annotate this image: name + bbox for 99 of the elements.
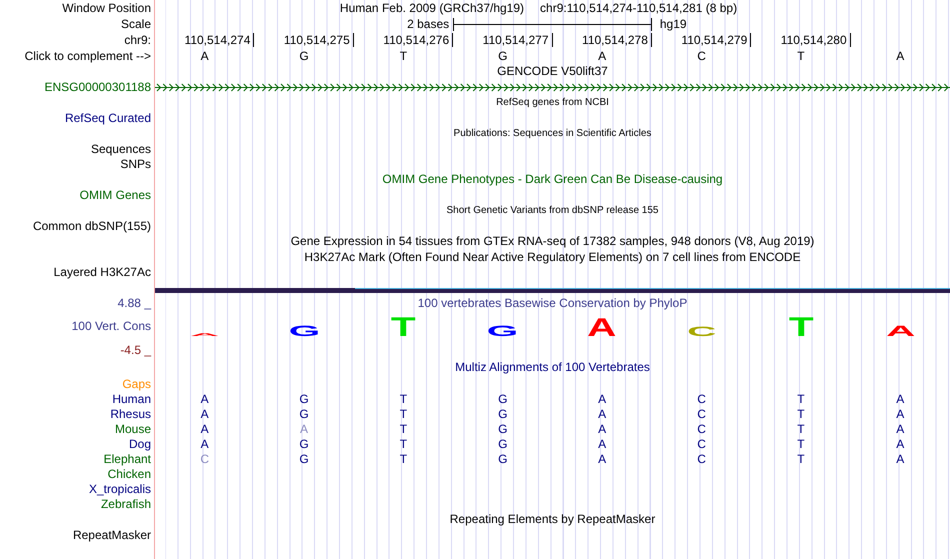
aligned-base: A — [598, 452, 606, 466]
species-label[interactable]: X_tropicalis — [88, 482, 151, 496]
logo-letter: T — [788, 312, 814, 342]
species-label[interactable]: Human — [112, 392, 151, 406]
aligned-base: T — [797, 406, 805, 421]
aligned-base: T — [400, 392, 408, 406]
aligned-base: T — [797, 436, 805, 451]
logo-letter: C — [686, 324, 716, 339]
aligned-base: G — [299, 406, 309, 421]
coordinate-label: 110,514,276 — [383, 33, 454, 48]
aligned-base: A — [200, 422, 209, 436]
aligned-base: A — [896, 422, 904, 436]
aligned-base: G — [498, 436, 508, 451]
coordinate-label: 110,514,275 — [284, 33, 354, 48]
track-title: Repeating Elements by RepeatMasker — [450, 513, 656, 527]
axis-max-label: 4.88 _ — [118, 297, 151, 311]
track-label[interactable]: SNPs — [120, 158, 151, 172]
aligned-base: A — [896, 392, 904, 406]
aligned-base: C — [200, 452, 210, 466]
aligned-base: A — [200, 392, 209, 406]
axis-min-label: -4.5 _ — [120, 344, 151, 358]
track-title: Publications: Sequences in Scientific Articles — [454, 128, 652, 140]
aligned-base: A — [300, 422, 308, 436]
aligned-base: A — [896, 406, 904, 421]
aligned-base: C — [697, 422, 706, 436]
track-label[interactable]: Sequences — [90, 142, 151, 156]
aligned-base: A — [598, 422, 606, 436]
species-label[interactable]: Dog — [128, 438, 151, 452]
aligned-base: C — [697, 452, 706, 466]
aligned-base: C — [697, 392, 706, 406]
logo-letter: A — [588, 313, 617, 342]
track-title: OMIM Gene Phenotypes - Dark Green Can Be Disease-causing — [382, 173, 723, 187]
base-letter: G — [498, 48, 508, 63]
complement-link[interactable]: Click to complement --> — [24, 50, 151, 64]
aligned-base: G — [299, 436, 309, 451]
base-letter: A — [598, 48, 606, 63]
aligned-base: T — [400, 452, 408, 466]
scale-label: Scale — [120, 18, 151, 32]
aligned-base: T — [400, 422, 408, 436]
track-label[interactable]: 100 Vert. Cons — [72, 320, 151, 334]
aligned-base: T — [797, 452, 805, 466]
scale-span-label: 2 bases — [406, 18, 450, 32]
aligned-base: T — [400, 406, 408, 421]
track-label[interactable]: OMIM Genes — [80, 188, 151, 202]
aligned-base: C — [697, 436, 706, 451]
species-label[interactable]: Elephant — [104, 452, 151, 466]
track-title: GENCODE V50lift37 — [497, 65, 608, 79]
species-label[interactable]: Zebrafish — [100, 498, 151, 512]
base-letter: C — [697, 48, 706, 63]
track-label[interactable]: ENSG00000301188 — [44, 80, 151, 94]
coordinate-label: 110,514,280 — [780, 33, 851, 48]
aligned-base: G — [498, 392, 508, 406]
track-title: 100 vertebrates Basewise Conservation by PhyloP — [418, 297, 688, 311]
track-title: Short Genetic Variants from dbSNP release 155 — [446, 205, 658, 217]
track-label[interactable]: Common dbSNP(155) — [32, 220, 151, 234]
coordinate-label: 110,514,278 — [582, 33, 652, 48]
base-letter: T — [797, 48, 805, 63]
aligned-base: T — [797, 392, 805, 406]
coordinate-label: 110,514,277 — [482, 33, 552, 48]
track-title: Multiz Alignments of 100 Vertebrates — [455, 361, 650, 375]
logo-letter: G — [487, 322, 519, 340]
track-title: Gene Expression in 54 tissues from GTEx RNA-seq of 17382 samples, 948 donors (V8, Aug 2019) — [290, 235, 814, 249]
window-position-label: Window Position — [62, 2, 151, 16]
track-label[interactable]: RepeatMasker — [72, 528, 151, 542]
assembly-label: hg19 — [658, 18, 687, 32]
assembly-title: Human Feb. 2009 (GRCh37/hg19) — [340, 2, 524, 16]
base-letter: A — [200, 48, 209, 63]
aligned-base: T — [400, 436, 408, 451]
chromosome-label: chr9: — [124, 34, 151, 48]
aligned-base: A — [896, 436, 904, 451]
aligned-base: A — [598, 406, 606, 421]
coordinate-label: 110,514,274 — [184, 33, 254, 48]
aligned-base: G — [498, 452, 508, 466]
aligned-base: A — [200, 436, 209, 451]
track-title: RefSeq genes from NCBI — [496, 97, 609, 109]
base-letter: A — [896, 48, 904, 63]
species-label[interactable]: Rhesus — [110, 408, 151, 422]
aligned-base: A — [598, 436, 606, 451]
coordinate-label: 110,514,279 — [681, 33, 752, 48]
aligned-base: G — [498, 406, 508, 421]
aligned-base: G — [299, 392, 309, 406]
logo-letter: T — [391, 312, 416, 342]
logo-letter: A — [886, 322, 915, 340]
track-title: H3K27Ac Mark (Often Found Near Active Regulatory Elements) on 7 cell lines from ENCODE — [304, 250, 801, 264]
base-letter: G — [299, 48, 309, 63]
logo-letter: G — [288, 322, 320, 340]
aligned-base: C — [697, 406, 706, 421]
aligned-base: A — [200, 406, 209, 421]
track-label[interactable]: Layered H3K27Ac — [54, 266, 151, 280]
species-label[interactable]: Mouse — [114, 422, 151, 436]
track-label[interactable]: RefSeq Curated — [64, 112, 151, 126]
aligned-base: A — [896, 452, 904, 466]
base-letter: T — [400, 48, 408, 63]
aligned-base: G — [498, 422, 508, 436]
aligned-base: G — [299, 452, 309, 466]
aligned-base: A — [598, 392, 606, 406]
species-label[interactable]: Chicken — [108, 468, 151, 482]
position-range: chr9:110,514,274-110,514,281 (8 bp) — [540, 2, 738, 16]
aligned-base: T — [797, 422, 805, 436]
